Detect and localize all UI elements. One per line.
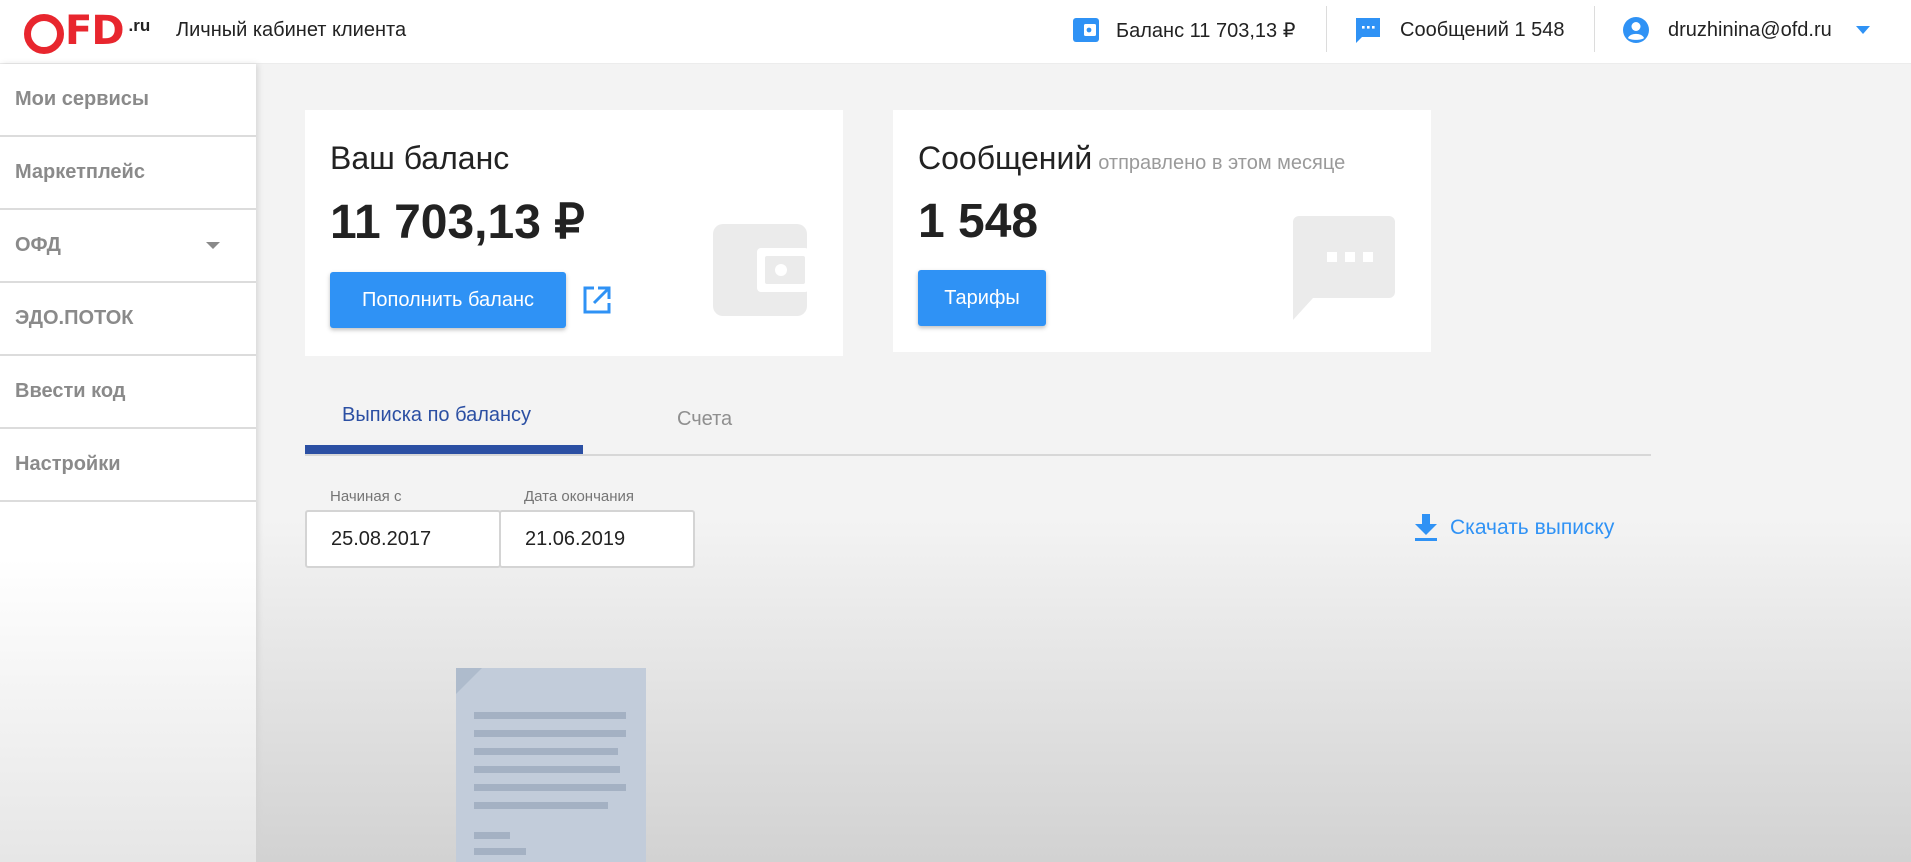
chevron-down-icon[interactable] [206,242,220,249]
ofd-logo[interactable]: FD .ru [24,8,150,54]
sidebar-item-label: ОФД [15,234,61,256]
chat-icon [1293,216,1395,320]
user-email: druzhinina@ofd.ru [1668,18,1832,41]
header-messages-label: Сообщений 1 548 [1400,18,1565,41]
sidebar-item-label: Маркетплейс [15,161,145,183]
sidebar-item-ofd[interactable]: ОФД [0,210,256,283]
tab-invoices[interactable]: Счета [677,386,732,452]
top-up-balance-button[interactable]: Пополнить баланс [330,272,566,328]
sidebar-item-label: Ввести код [15,380,126,402]
wallet-icon [1073,18,1099,42]
download-statement-link[interactable]: Скачать выписку [1414,512,1614,544]
sidebar-item-enter-code[interactable]: Ввести код [0,356,256,429]
balance-value: 11 703,13 ₽ [330,196,585,249]
chat-icon [1356,18,1380,43]
sidebar-nav: Мои сервисы Маркетплейс ОФД ЭДО.ПОТОК Вв… [0,64,256,862]
chevron-down-icon[interactable] [1855,26,1870,34]
header-messages[interactable]: Сообщений 1 548 [1354,0,1565,60]
header-balance-label: Баланс 11 703,13 ₽ [1116,19,1296,42]
end-date-label: Дата окончания [524,488,635,505]
wallet-icon [713,224,809,316]
header-user-menu[interactable]: druzhinina@ofd.ru [1622,0,1870,60]
messages-card-subtitle: отправлено в этом месяце [1098,152,1346,174]
balance-card: Ваш баланс 11 703,13 ₽ Пополнить баланс [305,110,843,356]
logo-suffix: .ru [128,16,151,35]
logo-text: FD [65,8,125,54]
messages-value: 1 548 [918,195,1039,248]
messages-card-title-text: Сообщений [918,140,1093,176]
account-icon [1623,17,1649,43]
header-divider [1594,6,1595,52]
sidebar-item-my-services[interactable]: Мои сервисы [0,64,256,137]
messages-card-title: Сообщений отправлено в этом месяце [918,140,1345,177]
end-date-input[interactable]: 21.06.2019 [499,510,695,568]
header-subtitle: Личный кабинет клиента [176,19,407,41]
download-icon [1415,514,1437,541]
messages-card: Сообщений отправлено в этом месяце 1 548 … [893,110,1431,352]
top-header: FD .ru Личный кабинет клиента Баланс 11 … [0,0,1911,64]
sidebar-item-edo-potok[interactable]: ЭДО.ПОТОК [0,283,256,356]
balance-card-title: Ваш баланс [330,140,510,176]
tab-balance-statement[interactable]: Выписка по балансу [305,386,583,454]
statement-tabs: Выписка по балансу Счета [305,386,1651,456]
download-statement-label: Скачать выписку [1450,516,1615,539]
logo-circle [24,14,64,54]
document-icon [456,668,646,862]
header-balance[interactable]: Баланс 11 703,13 ₽ [1072,0,1295,60]
header-divider [1326,6,1327,52]
start-date-label: Начиная с [330,488,402,505]
tab-label: Счета [677,407,733,430]
tab-label: Выписка по балансу [342,404,532,426]
sidebar-item-settings[interactable]: Настройки [0,429,256,502]
sidebar-item-label: ЭДО.ПОТОК [15,307,134,329]
tariffs-button[interactable]: Тарифы [918,270,1046,326]
external-link-icon[interactable] [582,285,612,315]
start-date-input[interactable]: 25.08.2017 [305,510,501,568]
sidebar-item-label: Настройки [15,453,121,475]
sidebar-item-label: Мои сервисы [15,88,149,110]
sidebar-item-marketplace[interactable]: Маркетплейс [0,137,256,210]
